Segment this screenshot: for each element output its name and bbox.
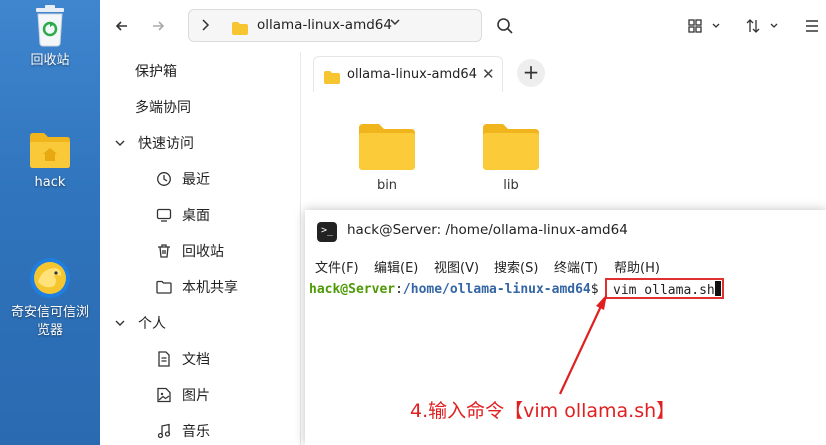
terminal-title: hack@Server: /home/ollama-linux-amd64: [347, 222, 628, 238]
sidebar-item-desktop[interactable]: 桌面: [154, 200, 210, 230]
monitor-icon: [154, 207, 174, 223]
folder-icon: [324, 69, 340, 88]
close-icon[interactable]: ✕: [482, 65, 495, 83]
sidebar-group-personal[interactable]: 个人: [110, 308, 166, 338]
chevron-down-icon: [770, 23, 778, 28]
folder-icon: [154, 280, 174, 294]
sidebar-group-quick-access[interactable]: 快速访问: [110, 128, 194, 158]
music-icon: [154, 423, 174, 439]
desktop-hack-folder[interactable]: hack: [0, 130, 100, 192]
folder-name: lib: [503, 178, 519, 193]
address-bar[interactable]: ollama-linux-amd64: [188, 9, 482, 42]
desktop-browser[interactable]: 奇安信可信浏 览器: [0, 256, 100, 340]
command-value: vim ollama.sh: [613, 283, 715, 298]
view-mode-dropdown[interactable]: [704, 14, 728, 38]
sidebar-item-local-share[interactable]: 本机共享: [154, 272, 238, 302]
desktop-browser-label-line1: 奇安信可信浏: [10, 305, 89, 320]
browser-icon: [30, 258, 70, 298]
menu-view[interactable]: 视图(V): [434, 257, 479, 276]
new-tab-button[interactable]: +: [517, 59, 545, 87]
chevron-down-icon: [712, 23, 720, 28]
sidebar-item-label: 桌面: [182, 208, 210, 224]
sidebar-item-label: 最近: [182, 172, 210, 188]
file-manager-toolbar: ollama-linux-amd64: [100, 0, 826, 52]
menu-edit[interactable]: 编辑(E): [374, 257, 418, 276]
folder-icon: [232, 20, 248, 39]
sidebar-item-label: 音乐: [182, 424, 210, 440]
sidebar-item-label: 多端协同: [135, 100, 191, 116]
terminal-menubar: 文件(F) 编辑(E) 视图(V) 搜索(S) 终端(T) 帮助(H): [305, 252, 826, 280]
sidebar-item-pictures[interactable]: 图片: [154, 380, 210, 410]
sidebar-item-label: 本机共享: [182, 280, 238, 296]
text-cursor: [714, 281, 721, 296]
sort-dropdown[interactable]: [762, 14, 786, 38]
terminal-icon: >_: [317, 222, 337, 242]
search-button[interactable]: [493, 14, 517, 38]
desktop-trash-label: 回收站: [30, 53, 70, 68]
trash-icon: [154, 243, 174, 259]
sidebar-item-label: 保护箱: [135, 64, 177, 80]
home-folder-icon: [30, 133, 70, 168]
grid-view-icon: [688, 19, 702, 33]
sidebar-item-documents[interactable]: 文档: [154, 344, 210, 374]
desktop-trash[interactable]: 回收站: [0, 4, 100, 70]
arrow-left-icon: [115, 21, 127, 31]
forward-button[interactable]: [146, 14, 170, 38]
sidebar-item-trash[interactable]: 回收站: [154, 236, 224, 266]
file-manager-sidebar: 保护箱 多端协同 快速访问 最近 桌面 回收站 本机共享 个人 文档 图片 音乐: [100, 52, 300, 445]
sidebar-item-label: 文档: [182, 352, 210, 368]
annotation-text: 4.输入命令【vim ollama.sh】: [410, 400, 676, 422]
menu-icon: [806, 20, 818, 32]
chevron-down-icon[interactable]: [389, 16, 401, 31]
sidebar-item-recent[interactable]: 最近: [154, 164, 210, 194]
folder-icon: [483, 124, 539, 170]
sort-icon: [746, 19, 760, 33]
tab-label: ollama-linux-amd64: [347, 67, 477, 82]
menu-terminal[interactable]: 终端(T): [554, 257, 598, 276]
sidebar-item-music[interactable]: 音乐: [154, 416, 210, 445]
image-icon: [154, 387, 174, 403]
tab-ollama-linux-amd64[interactable]: ollama-linux-amd64 ✕: [313, 56, 503, 92]
folder-bin[interactable]: bin: [342, 122, 432, 193]
sidebar-item-label: 个人: [138, 316, 166, 332]
command-highlight-box: vim ollama.sh: [605, 278, 724, 299]
arrow-right-icon: [153, 21, 165, 31]
chevron-right-icon[interactable]: [199, 18, 211, 36]
chevron-down-icon: [110, 137, 130, 149]
prompt-line: hack@Server:/home/ollama-linux-amd64$: [309, 282, 606, 297]
sidebar-item-label: 图片: [182, 388, 210, 404]
trash-icon: [36, 5, 64, 47]
back-button[interactable]: [110, 14, 134, 38]
menu-help[interactable]: 帮助(H): [614, 257, 660, 276]
folder-lib[interactable]: lib: [466, 122, 556, 193]
desktop: 回收站 hack 奇安信可信浏 览器: [0, 0, 100, 445]
prompt-user: hack@Server: [309, 282, 396, 297]
prompt-separator: :: [395, 282, 403, 297]
desktop-hack-label: hack: [34, 175, 66, 190]
menu-search[interactable]: 搜索(S): [494, 257, 538, 276]
search-icon: [497, 18, 513, 34]
chevron-down-icon: [110, 317, 130, 329]
folder-icon: [359, 124, 415, 170]
command-text: vim ollama.sh: [613, 281, 721, 298]
address-path: ollama-linux-amd64: [257, 17, 392, 33]
menu-file[interactable]: 文件(F): [315, 257, 359, 276]
folder-name: bin: [376, 178, 398, 193]
terminal-titlebar[interactable]: >_ hack@Server: /home/ollama-linux-amd64: [305, 210, 826, 252]
sidebar-item-label: 快速访问: [138, 136, 194, 152]
sidebar-item-multi-device[interactable]: 多端协同: [135, 92, 191, 122]
prompt-path: /home/ollama-linux-amd64: [402, 282, 591, 297]
sidebar-item-vault[interactable]: 保护箱: [135, 56, 177, 86]
menu-button[interactable]: [800, 14, 824, 38]
document-icon: [154, 351, 174, 367]
desktop-browser-label-line2: 览器: [36, 323, 63, 338]
sidebar-item-label: 回收站: [182, 244, 224, 260]
clock-icon: [154, 171, 174, 187]
